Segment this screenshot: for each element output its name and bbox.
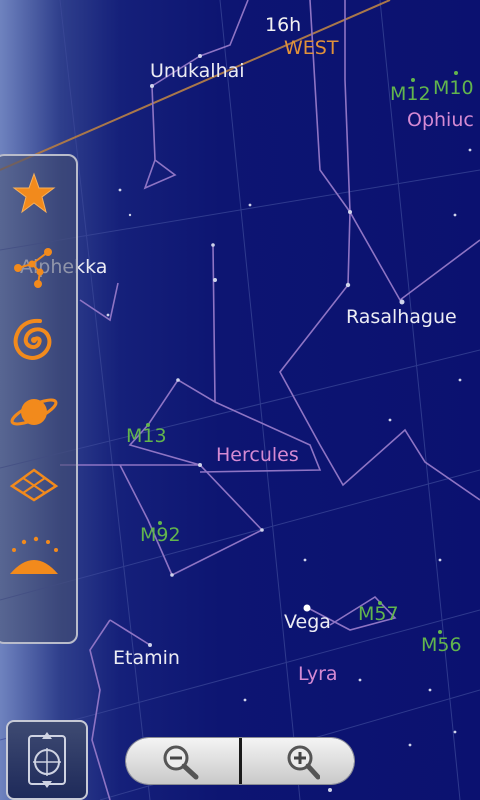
messier-layer-button[interactable]: [4, 310, 64, 370]
horizon-icon: [10, 536, 58, 574]
compass-mode-button[interactable]: [6, 720, 88, 800]
constellation-label: Hercules: [216, 444, 299, 466]
zoom-in-button[interactable]: [241, 738, 354, 784]
messier-label: M12: [390, 83, 431, 105]
zoom-out-button[interactable]: [126, 738, 239, 784]
constellation-label: Ophiuc: [407, 109, 474, 131]
messier-label: M92: [140, 524, 181, 546]
compass-icon: [28, 732, 66, 788]
star-label: Unukalhai: [150, 60, 245, 82]
messier-label: M10: [433, 77, 474, 99]
star-label: Etamin: [113, 647, 180, 669]
constellation-icon: [14, 248, 52, 288]
star-icon: [12, 172, 56, 214]
direction-label: WEST: [284, 37, 339, 59]
zoom-control: [126, 738, 354, 784]
layer-toolbar: [0, 154, 78, 644]
zoom-out-icon: [163, 745, 199, 780]
messier-label: M13: [126, 425, 167, 447]
star-label: Rasalhague: [346, 306, 457, 328]
messier-label: M56: [421, 634, 462, 656]
planet-icon: [10, 398, 58, 426]
zoom-in-icon: [287, 745, 320, 780]
constellations-layer-button[interactable]: [4, 240, 64, 300]
messier-label: M57: [358, 603, 399, 625]
grid-icon: [9, 468, 59, 502]
horizon-layer-button[interactable]: [4, 526, 64, 586]
grid-layer-button[interactable]: [4, 456, 64, 516]
galaxy-icon: [13, 318, 52, 361]
stars-layer-button[interactable]: [4, 164, 64, 224]
constellation-label: Lyra: [298, 663, 338, 685]
planets-layer-button[interactable]: [4, 382, 64, 442]
time-marker-label: 16h: [265, 14, 302, 36]
star-label: Vega: [284, 611, 331, 633]
